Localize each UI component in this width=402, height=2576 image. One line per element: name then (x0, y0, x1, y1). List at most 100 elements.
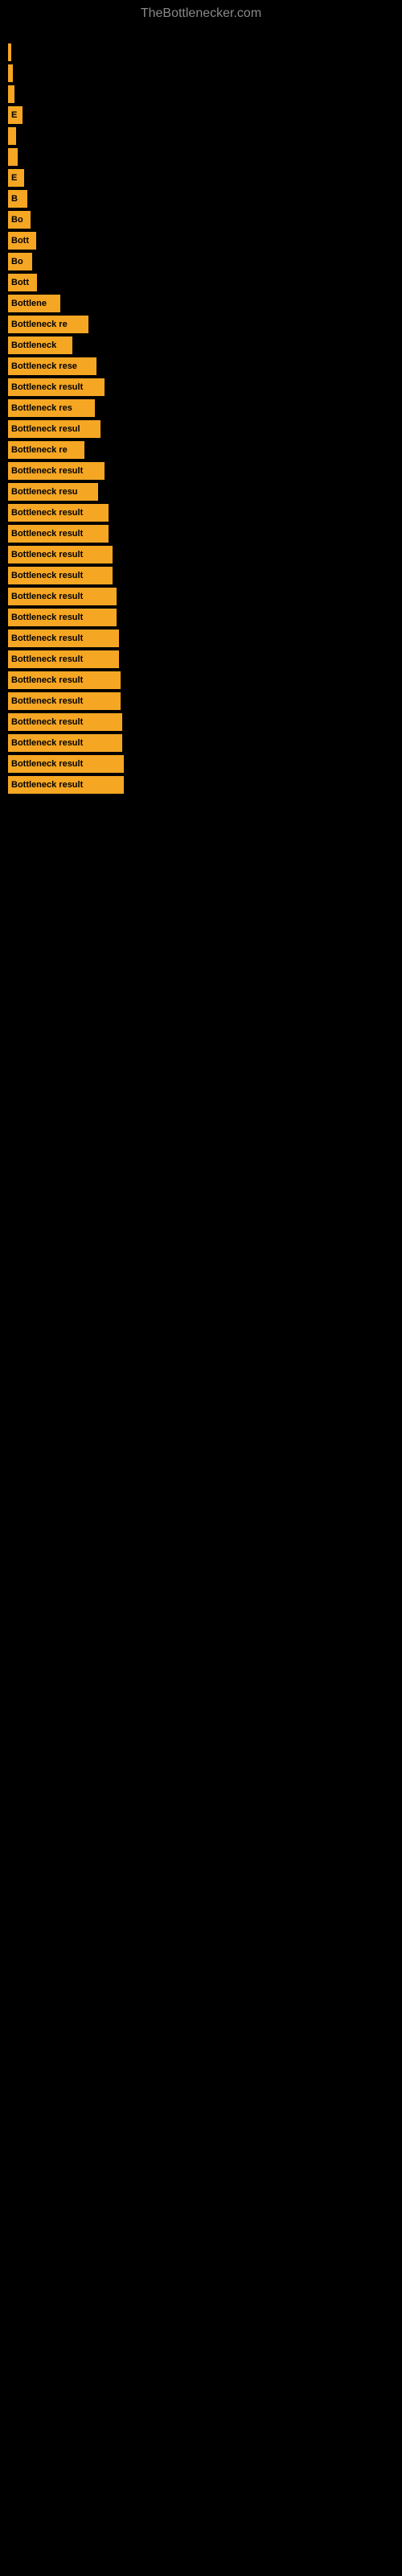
bar-17: Bottleneck res (8, 399, 95, 417)
bar-23: Bottleneck result (8, 525, 109, 543)
bar-34: Bottleneck result (8, 755, 124, 773)
bar-row: Bo (8, 211, 402, 229)
bar-12: Bottlene (8, 295, 60, 312)
bar-label-33: Bottleneck result (11, 738, 83, 748)
bar-35: Bottleneck result (8, 776, 124, 794)
bar-row: E (8, 169, 402, 187)
bar-label-26: Bottleneck result (11, 592, 83, 601)
bar-row: Bott (8, 274, 402, 291)
bar-label-13: Bottleneck re (11, 320, 68, 329)
bar-9: Bott (8, 232, 36, 250)
bar-row: Bottleneck result (8, 588, 402, 605)
bar-18: Bottleneck resul (8, 420, 100, 438)
bar-label-28: Bottleneck result (11, 634, 83, 643)
bar-row: Bottleneck result (8, 504, 402, 522)
bar-24: Bottleneck result (8, 546, 113, 564)
bar-label-19: Bottleneck re (11, 445, 68, 455)
bar-label-23: Bottleneck result (11, 529, 83, 539)
bar-label-15: Bottleneck rese (11, 361, 77, 371)
bar-label-18: Bottleneck resul (11, 424, 80, 434)
site-title-text: TheBottlenecker.com (141, 6, 261, 20)
bar-row (8, 127, 402, 145)
bar-row: Bottleneck result (8, 525, 402, 543)
bar-label-11: Bott (11, 278, 29, 287)
bar-row: Bottleneck result (8, 692, 402, 710)
bar-13: Bottleneck re (8, 316, 88, 333)
bar-label-22: Bottleneck result (11, 508, 83, 518)
bar-label-21: Bottleneck resu (11, 487, 78, 497)
bar-row: Bottleneck resul (8, 420, 402, 438)
bar-row: Bottleneck resu (8, 483, 402, 501)
bar-11: Bott (8, 274, 37, 291)
bar-label-16: Bottleneck result (11, 382, 83, 392)
bar-label-10: Bo (11, 257, 23, 266)
bar-22: Bottleneck result (8, 504, 109, 522)
bar-row: Bottleneck res (8, 399, 402, 417)
bar-27: Bottleneck result (8, 609, 117, 626)
bar-row: B (8, 190, 402, 208)
bar-label-12: Bottlene (11, 299, 47, 308)
bar-5 (8, 148, 18, 166)
bar-label-30: Bottleneck result (11, 675, 83, 685)
bar-row: Bottleneck result (8, 630, 402, 647)
bar-row: Bottleneck result (8, 713, 402, 731)
bar-row: Bo (8, 253, 402, 270)
bar-label-17: Bottleneck res (11, 403, 72, 413)
bar-4 (8, 127, 16, 145)
bars-container: E E B Bo Bott Bo Bott Bottlene Bottleneck re Bott… (0, 27, 402, 797)
bar-6: E (8, 169, 24, 187)
bar-row: Bottleneck rese (8, 357, 402, 375)
bar-row: Bottleneck result (8, 671, 402, 689)
bar-19: Bottleneck re (8, 441, 84, 459)
bar-31: Bottleneck result (8, 692, 121, 710)
bar-16: Bottleneck result (8, 378, 105, 396)
bar-26: Bottleneck result (8, 588, 117, 605)
bar-label-31: Bottleneck result (11, 696, 83, 706)
bar-14: Bottleneck (8, 336, 72, 354)
bar-8: Bo (8, 211, 31, 229)
bar-row: Bottlene (8, 295, 402, 312)
bar-label-29: Bottleneck result (11, 654, 83, 664)
bar-3: E (8, 106, 23, 124)
bar-label-6: E (11, 173, 17, 183)
bar-32: Bottleneck result (8, 713, 122, 731)
bar-30: Bottleneck result (8, 671, 121, 689)
bar-1 (8, 64, 13, 82)
bar-row: Bott (8, 232, 402, 250)
bar-label-9: Bott (11, 236, 29, 246)
bar-33: Bottleneck result (8, 734, 122, 752)
bar-row: Bottleneck result (8, 378, 402, 396)
bar-row: Bottleneck result (8, 567, 402, 584)
bar-label-14: Bottleneck (11, 341, 56, 350)
bar-row: E (8, 106, 402, 124)
bar-label-35: Bottleneck result (11, 780, 83, 790)
bar-29: Bottleneck result (8, 650, 119, 668)
bar-row: Bottleneck re (8, 316, 402, 333)
bar-label-25: Bottleneck result (11, 571, 83, 580)
bar-row: Bottleneck re (8, 441, 402, 459)
bar-21: Bottleneck resu (8, 483, 98, 501)
bar-label-20: Bottleneck result (11, 466, 83, 476)
bar-label-32: Bottleneck result (11, 717, 83, 727)
bar-label-27: Bottleneck result (11, 613, 83, 622)
bar-row: Bottleneck (8, 336, 402, 354)
bar-15: Bottleneck rese (8, 357, 96, 375)
bar-row: Bottleneck result (8, 755, 402, 773)
bar-row (8, 85, 402, 103)
bar-row: Bottleneck result (8, 609, 402, 626)
bar-label-7: B (11, 194, 18, 204)
bar-7: B (8, 190, 27, 208)
bar-row: Bottleneck result (8, 734, 402, 752)
bar-label-3: E (11, 110, 17, 120)
site-title: TheBottlenecker.com (0, 0, 402, 27)
bar-label-8: Bo (11, 215, 23, 225)
bar-row: Bottleneck result (8, 650, 402, 668)
bar-row: Bottleneck result (8, 546, 402, 564)
bar-row: Bottleneck result (8, 776, 402, 794)
bar-row: Bottleneck result (8, 462, 402, 480)
bar-row (8, 64, 402, 82)
bar-25: Bottleneck result (8, 567, 113, 584)
bar-0 (8, 43, 11, 61)
bar-2 (8, 85, 14, 103)
bar-10: Bo (8, 253, 32, 270)
